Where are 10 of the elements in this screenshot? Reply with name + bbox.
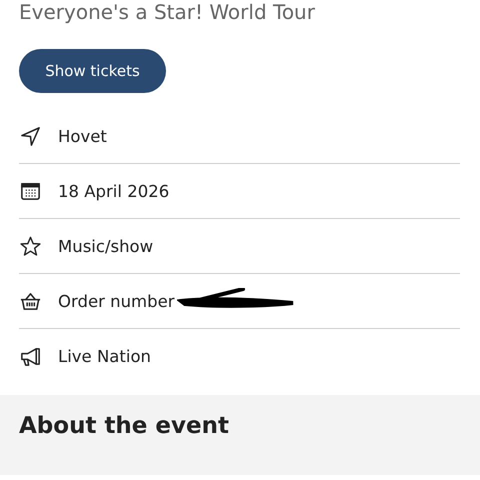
navigation-arrow-icon (19, 124, 42, 148)
detail-text: 18 April 2026 (58, 182, 170, 200)
section-title: About the event (19, 413, 230, 439)
event-title: Everyone's a Star! World Tour (19, 0, 316, 23)
detail-text: Order number (58, 292, 175, 310)
show-tickets-button[interactable]: Show tickets (19, 49, 166, 93)
detail-text: Live Nation (58, 346, 151, 366)
detail-text: Hovet (58, 126, 107, 146)
detail-text: Music/show (58, 236, 154, 256)
star-icon (19, 234, 42, 258)
